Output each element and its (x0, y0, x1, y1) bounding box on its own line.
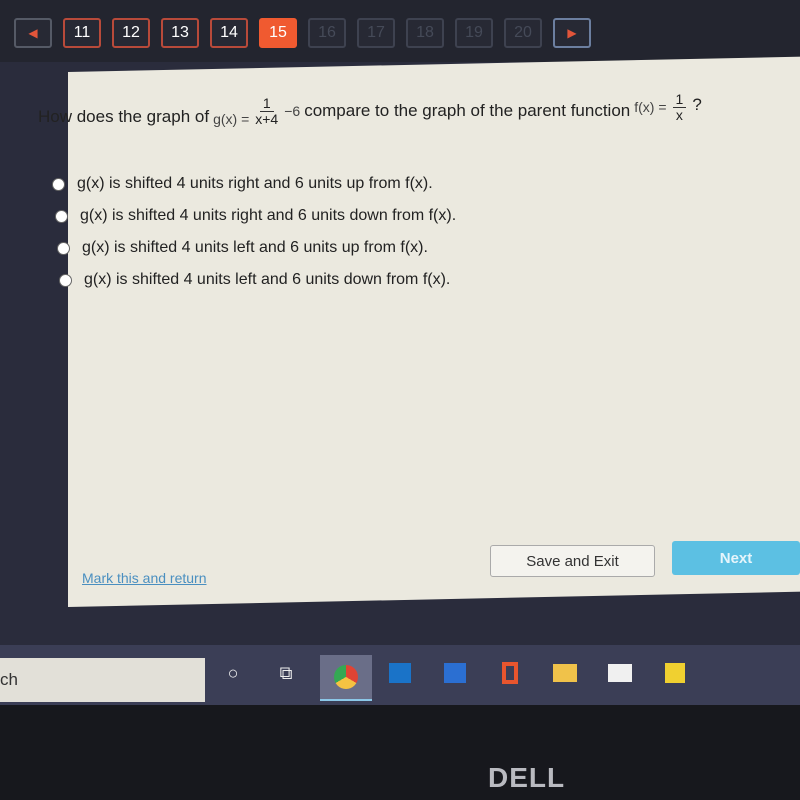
question-prefix: How does the graph of (38, 107, 210, 126)
question-nav-bar: ◀ 11 12 13 14 15 16 17 18 19 20 ▶ (0, 0, 800, 62)
dell-logo: DELL (488, 762, 566, 793)
question-12-button[interactable]: 12 (112, 18, 150, 48)
prev-question-button[interactable]: ◀ (14, 18, 52, 48)
office-icon[interactable] (490, 655, 530, 691)
answer-options: g(x) is shifted 4 units right and 6 unit… (52, 168, 456, 296)
option-label: g(x) is shifted 4 units right and 6 unit… (80, 207, 457, 224)
save-and-exit-button[interactable]: Save and Exit (490, 545, 655, 577)
question-18-button[interactable]: 18 (406, 18, 444, 48)
radio-button[interactable] (57, 241, 70, 255)
file-explorer-icon[interactable] (545, 655, 585, 691)
word-icon[interactable] (435, 655, 475, 691)
g-fraction: 1 x+4 (255, 96, 278, 127)
mail-icon[interactable] (600, 655, 640, 691)
monitor-bezel (0, 705, 800, 800)
question-nav: ◀ 11 12 13 14 15 16 17 18 19 20 ▶ (14, 18, 591, 48)
f-denominator: x (675, 107, 683, 123)
f-fraction: 1x (672, 92, 687, 123)
question-20-button[interactable]: 20 (504, 18, 542, 48)
answer-option[interactable]: g(x) is shifted 4 units right and 6 unit… (55, 200, 456, 232)
question-14-button[interactable]: 14 (210, 18, 248, 48)
g-tail: −6 (284, 103, 301, 119)
radio-button[interactable] (59, 273, 72, 287)
question-card (68, 56, 800, 608)
radio-button[interactable] (52, 177, 65, 191)
option-label: g(x) is shifted 4 units right and 6 unit… (77, 175, 433, 192)
outlook-icon[interactable] (380, 655, 420, 691)
g-lhs: g(x) = (213, 111, 250, 127)
answer-option[interactable]: g(x) is shifted 4 units left and 6 units… (57, 232, 456, 264)
chrome-icon[interactable] (320, 655, 372, 701)
g-numerator: 1 (259, 96, 274, 112)
sticky-notes-icon[interactable] (655, 655, 695, 691)
option-label: g(x) is shifted 4 units left and 6 units… (84, 271, 451, 288)
mark-and-return-link[interactable]: Mark this and return (82, 570, 207, 586)
question-15-button[interactable]: 15 (259, 18, 297, 48)
cortana-icon[interactable]: ○ (213, 655, 253, 691)
f-lhs: f(x) = (634, 99, 667, 115)
answer-option[interactable]: g(x) is shifted 4 units left and 6 units… (59, 264, 456, 296)
answer-option[interactable]: g(x) is shifted 4 units right and 6 unit… (52, 168, 456, 200)
question-19-button[interactable]: 19 (455, 18, 493, 48)
task-view-icon[interactable]: ⧉ (266, 655, 306, 691)
g-denominator: x+4 (255, 111, 279, 127)
question-11-button[interactable]: 11 (63, 18, 101, 48)
question-middle: compare to the graph of the parent funct… (304, 101, 631, 120)
next-button[interactable]: Next (672, 541, 800, 575)
option-label: g(x) is shifted 4 units left and 6 units… (82, 239, 428, 256)
question-13-button[interactable]: 13 (161, 18, 199, 48)
question-17-button[interactable]: 17 (357, 18, 395, 48)
question-16-button[interactable]: 16 (308, 18, 346, 48)
radio-button[interactable] (55, 209, 68, 223)
f-numerator: 1 (672, 92, 687, 108)
question-text: How does the graph of g(x) = 1 x+4 −6 com… (38, 92, 702, 128)
taskbar-search-box[interactable]: ch (0, 658, 205, 702)
next-question-arrow-button[interactable]: ▶ (553, 18, 591, 48)
question-suffix: ? (692, 95, 702, 114)
